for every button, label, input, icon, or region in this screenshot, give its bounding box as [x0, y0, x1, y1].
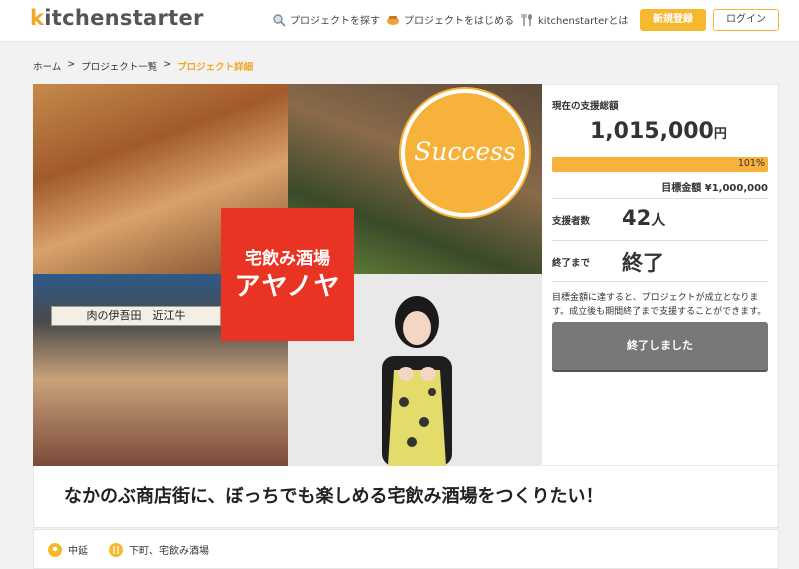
pot-icon	[387, 15, 399, 25]
fork-knife-icon	[109, 542, 123, 557]
nav-start-project-label: プロジェクトをはじめる	[404, 16, 514, 27]
divider	[552, 198, 768, 199]
total-label: 現在の支援総額	[552, 101, 619, 112]
remaining-label: 終了まで	[552, 258, 591, 269]
kitchenstarter-logo[interactable]: kitchenstarter	[30, 6, 204, 30]
divider	[552, 240, 768, 241]
progress-bar: 101%	[552, 157, 768, 172]
breadcrumb-separator: >	[67, 59, 76, 70]
breadcrumb: ホーム > プロジェクト一覧 > プロジェクト詳細	[33, 59, 253, 73]
goal-amount: 目標金額 ¥1,000,000	[661, 183, 768, 194]
nav-about-label: kitchenstarterとは	[538, 16, 629, 27]
logo-text: itchenstarter	[44, 6, 204, 30]
project-title-box: なかのぶ商店街に、ぼっちでも楽しめる宅飲み酒場をつくりたい！	[33, 466, 779, 528]
location-pin-icon	[48, 542, 62, 557]
supporters-count-unit: 人	[651, 213, 666, 229]
ayanoya-logo: 宅飲み酒場 アヤノヤ	[221, 208, 354, 341]
project-hero-image: 肉の伊吾田 近江牛 宅飲み酒場 アヤノヤ Success	[33, 84, 542, 466]
breadcrumb-separator: >	[163, 59, 172, 70]
search-icon	[273, 13, 286, 27]
login-button[interactable]: ログイン	[713, 9, 779, 31]
project-ended-button[interactable]: 終了しました	[552, 322, 768, 370]
logo-k: k	[30, 6, 45, 30]
nav-find-projects[interactable]: プロジェクトを探す	[272, 12, 380, 27]
supporters-label: 支援者数	[552, 216, 591, 227]
remaining-value: 終了	[622, 251, 664, 275]
tag-category[interactable]: 下町、宅飲み酒場	[109, 542, 209, 557]
nav-start-project[interactable]: プロジェクトをはじめる	[386, 12, 514, 27]
breadcrumb-current: プロジェクト詳細	[177, 62, 254, 73]
supporters-count-value: 42	[622, 206, 652, 230]
total-amount-unit: 円	[713, 127, 727, 142]
woman-illustration	[382, 296, 452, 466]
supporters-count: 42人	[622, 206, 665, 230]
funding-note: 目標金額に達すると、プロジェクトが成立となります。成立後も期間終了まで支援するこ…	[552, 293, 767, 317]
success-badge: Success	[401, 89, 529, 217]
divider	[552, 281, 768, 282]
progress-bar-fill	[552, 157, 768, 172]
project-tags: 中延 下町、宅飲み酒場	[33, 529, 779, 569]
project-title: なかのぶ商店街に、ぼっちでも楽しめる宅飲み酒場をつくりたい！	[64, 486, 604, 507]
shop-sign: 肉の伊吾田 近江牛	[51, 306, 221, 326]
nav-find-projects-label: プロジェクトを探す	[290, 16, 380, 27]
nav-about[interactable]: kitchenstarterとは	[520, 12, 628, 27]
success-badge-text: Success	[414, 137, 516, 166]
total-amount-value: 1,015,000	[590, 119, 714, 144]
utensils-icon	[521, 13, 532, 26]
funding-panel: 現在の支援総額 1,015,000円 101% 目標金額 ¥1,000,000 …	[542, 84, 779, 466]
tag-location-label: 中延	[68, 546, 88, 557]
site-header: kitchenstarter プロジェクトを探す プロジェクトをはじめる kit…	[0, 0, 799, 42]
progress-percent: 101%	[737, 158, 765, 169]
breadcrumb-home[interactable]: ホーム	[33, 59, 61, 73]
tag-location[interactable]: 中延	[48, 542, 88, 557]
total-amount: 1,015,000円	[590, 119, 727, 144]
breadcrumb-project-list[interactable]: プロジェクト一覧	[81, 59, 157, 73]
register-button[interactable]: 新規登録	[640, 9, 706, 31]
ayanoya-logo-line2: アヤノヤ	[234, 272, 341, 302]
tag-category-label: 下町、宅飲み酒場	[129, 546, 209, 557]
